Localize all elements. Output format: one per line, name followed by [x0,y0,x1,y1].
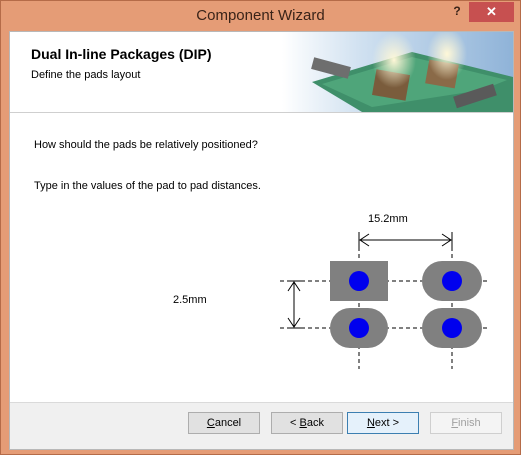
cancel-button[interactable]: Cancel [188,412,260,434]
horizontal-distance-label: 15.2mm [368,213,408,225]
wizard-content: Dual In-line Packages (DIP) Define the p… [9,31,514,450]
pad-layout-diagram [280,232,488,369]
vertical-distance-label: 2.5mm [173,294,207,306]
pad-3-hole [349,318,369,338]
wizard-window: Component Wizard ? ✕ Dual In-line Packag… [0,0,521,455]
pad-2-hole [442,271,462,291]
help-button[interactable]: ? [453,4,461,20]
horizontal-dimension-arrow [358,232,453,248]
close-button[interactable]: ✕ [469,2,514,22]
window-title: Component Wizard [196,7,325,24]
pad-4-hole [442,318,462,338]
wizard-footer: Cancel < Back Next > Finish [10,402,513,449]
title-bar[interactable]: Component Wizard ? ✕ [1,1,520,31]
next-button[interactable]: Next > [347,412,419,434]
finish-button: Finish [430,412,502,434]
close-icon: ✕ [486,4,497,19]
vertical-dimension-arrow [287,280,302,329]
back-button[interactable]: < Back [271,412,343,434]
pad-1-hole [349,271,369,291]
